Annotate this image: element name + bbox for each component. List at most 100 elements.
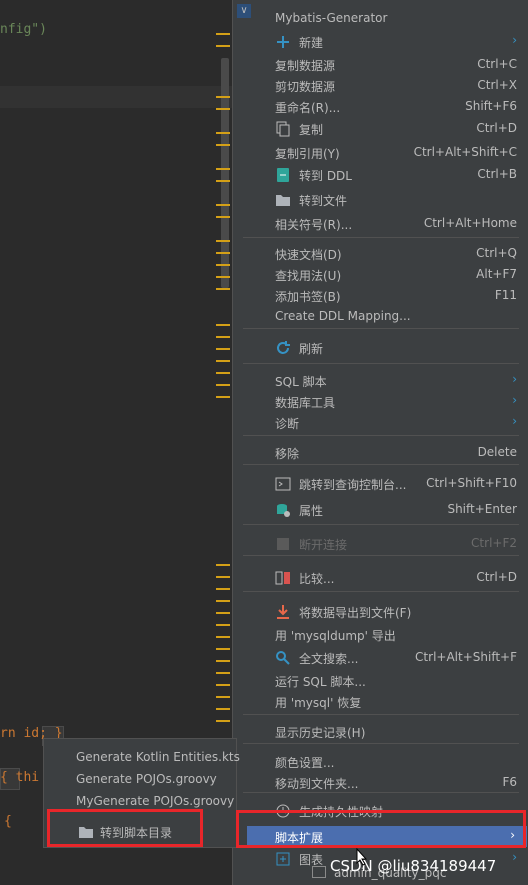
menu-item[interactable]: 复制 Ctrl+D	[233, 118, 528, 139]
chevron-right-icon: ›	[512, 393, 517, 407]
menu-item-shortcut: Ctrl+X	[477, 78, 517, 92]
menu-item[interactable]: 重命名(R)... Shift+F6	[233, 96, 528, 117]
mouse-cursor-icon	[356, 848, 368, 866]
context-menu: ∨ Mybatis-Generator 新建 › 复制数据源 Ctrl+C 剪切数据源 C…	[232, 0, 528, 885]
change-marker	[216, 144, 230, 146]
change-marker	[216, 96, 230, 98]
change-marker	[216, 708, 230, 710]
menu-item-shortcut: F11	[494, 288, 517, 302]
change-marker	[216, 180, 230, 182]
menu-item[interactable]: 复制数据源 Ctrl+C	[233, 54, 528, 75]
menu-item[interactable]: 快速文档(D) Ctrl+Q	[233, 243, 528, 264]
menu-item-shortcut: Ctrl+D	[476, 121, 517, 135]
menu-item-label: 跳转到查询控制台...	[299, 478, 407, 492]
menu-item[interactable]: 用 'mysqldump' 导出	[233, 624, 528, 645]
menu-item[interactable]: 新建 ›	[233, 31, 528, 52]
change-marker	[216, 636, 230, 638]
chevron-right-icon: ›	[512, 414, 517, 428]
menu-separator	[243, 714, 519, 715]
menu-item[interactable]: 跳转到查询控制台... Ctrl+Shift+F10	[233, 473, 528, 494]
change-marker	[216, 672, 230, 674]
change-marker	[216, 108, 230, 110]
menu-separator	[243, 328, 519, 329]
disconnect-icon	[275, 536, 291, 552]
menu-item[interactable]: 显示历史记录(H)	[233, 721, 528, 742]
change-marker	[216, 372, 230, 374]
copy-icon	[275, 121, 291, 137]
change-marker	[216, 396, 230, 398]
menu-item[interactable]: Create DDL Mapping...	[233, 306, 528, 327]
menu-item[interactable]: SQL 脚本 ›	[233, 370, 528, 391]
menu-item-shortcut: Shift+F6	[465, 99, 517, 113]
menu-item-label: 复制数据源	[275, 59, 336, 73]
menu-item[interactable]: 全文搜索... Ctrl+Alt+Shift+F	[233, 647, 528, 668]
menu-item[interactable]: 将数据导出到文件(F)	[233, 601, 528, 622]
menu-item[interactable]: 运行 SQL 脚本...	[233, 670, 528, 691]
menu-item-label: Create DDL Mapping...	[275, 309, 411, 323]
menu-item-shortcut: Ctrl+C	[477, 57, 517, 71]
submenu-item[interactable]: Generate Kotlin Entities.kts	[44, 747, 240, 768]
menu-item-shortcut: Ctrl+Alt+Shift+F	[415, 650, 517, 664]
change-marker	[216, 288, 230, 290]
menu-item-shortcut: F6	[502, 775, 517, 789]
menu-item[interactable]: 断开连接 Ctrl+F2	[233, 533, 528, 554]
menu-item-label: 刷新	[299, 342, 324, 356]
menu-item[interactable]: 数据库工具 ›	[233, 391, 528, 412]
change-marker	[216, 264, 230, 266]
change-marker	[216, 276, 230, 278]
change-marker	[216, 648, 230, 650]
submenu-item-label: MyGenerate POJOs.groovy	[76, 794, 235, 808]
change-marker	[216, 240, 230, 242]
table-icon	[312, 866, 326, 878]
menu-item[interactable]: 转到文件	[233, 189, 528, 210]
menu-item[interactable]: 查找用法(U) Alt+F7	[233, 264, 528, 285]
folder-icon	[275, 192, 291, 208]
change-marker	[216, 588, 230, 590]
menu-item[interactable]: 刷新	[233, 337, 528, 358]
menu-separator	[243, 237, 519, 238]
compare-icon	[275, 570, 291, 586]
change-marker	[216, 204, 230, 206]
menu-item[interactable]: 剪切数据源 Ctrl+X	[233, 75, 528, 96]
menu-item[interactable]: 移动到文件夹... F6	[233, 772, 528, 793]
menu-item-shortcut: Ctrl+F2	[471, 536, 517, 550]
change-marker	[216, 384, 230, 386]
menu-item[interactable]: 颜色设置...	[233, 751, 528, 772]
submenu-item-label: Generate Kotlin Entities.kts	[76, 750, 240, 764]
menu-item[interactable]: 移除 Delete	[233, 442, 528, 463]
menu-item[interactable]: 属性 Shift+Enter	[233, 499, 528, 520]
menu-item-shortcut: Ctrl+Alt+Home	[423, 216, 517, 230]
menu-item-shortcut: Ctrl+Q	[476, 246, 517, 260]
menu-item-label: 转到 DDL	[299, 169, 352, 183]
menu-item[interactable]: 比较... Ctrl+D	[233, 567, 528, 588]
menu-header: Mybatis-Generator	[275, 11, 388, 25]
chevron-down-icon[interactable]: ∨	[237, 4, 251, 18]
properties-icon	[275, 502, 291, 518]
menu-item-label: 移除	[275, 447, 300, 461]
menu-item[interactable]: 诊断 ›	[233, 412, 528, 433]
menu-item-label: 数据库工具	[275, 396, 336, 410]
menu-item[interactable]: 用 'mysql' 恢复	[233, 691, 528, 712]
menu-item-label: 运行 SQL 脚本...	[275, 675, 366, 689]
menu-item[interactable]: 转到 DDL Ctrl+B	[233, 164, 528, 185]
menu-item[interactable]: 相关符号(R)... Ctrl+Alt+Home	[233, 213, 528, 234]
menu-item-shortcut: Ctrl+B	[477, 167, 517, 181]
change-marker	[216, 324, 230, 326]
menu-item-label: 显示历史记录(H)	[275, 726, 366, 740]
code-line: {	[4, 814, 12, 829]
change-marker	[216, 696, 230, 698]
change-marker	[216, 660, 230, 662]
menu-item[interactable]: 复制引用(Y) Ctrl+Alt+Shift+C	[233, 142, 528, 163]
submenu-item[interactable]: Generate POJOs.groovy	[44, 769, 238, 790]
chevron-right-icon: ›	[512, 33, 517, 47]
menu-item-shortcut: Ctrl+Shift+F10	[426, 476, 517, 490]
change-marker	[216, 336, 230, 338]
plus-icon	[275, 34, 291, 50]
menu-item[interactable]: 添加书签(B) F11	[233, 285, 528, 306]
menu-item-shortcut: Alt+F7	[476, 267, 517, 281]
code-line: { thi	[0, 770, 40, 785]
change-marker	[216, 33, 230, 35]
highlight-box-scripts-dir	[47, 809, 203, 847]
menu-item-label: 诊断	[275, 417, 300, 431]
change-marker	[216, 360, 230, 362]
